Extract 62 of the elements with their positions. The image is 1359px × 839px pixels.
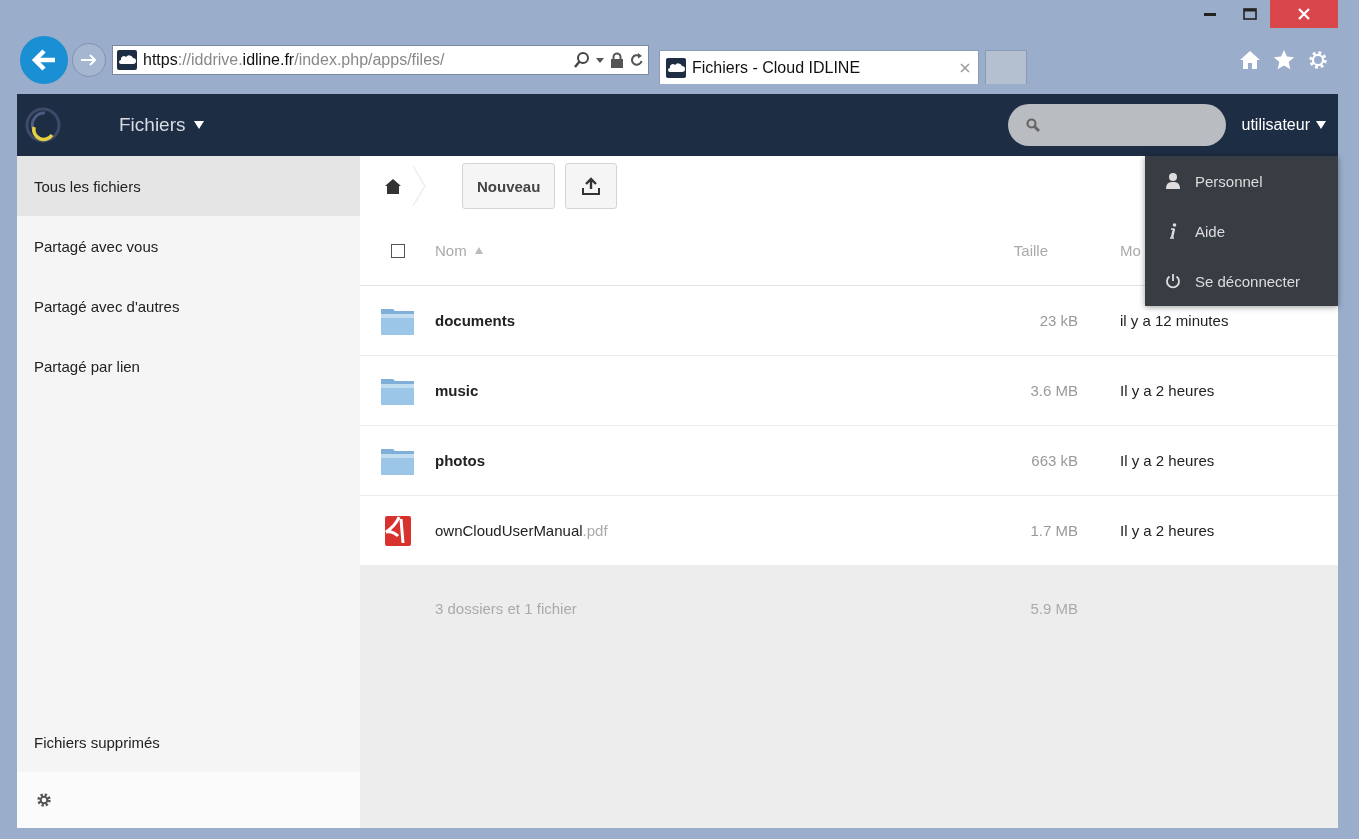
caret-icon [596,57,604,63]
file-size: 3.6 MB [1029,382,1078,399]
file-modified: Il y a 2 heures [1119,382,1216,399]
address-bar[interactable]: https://iddrive.idline.fr/index.php/apps/files/ [112,45,649,75]
sidebar-item[interactable]: Partagé avec vous [17,216,360,276]
caret-down-icon [1316,121,1326,129]
search-field[interactable] [1007,104,1226,146]
arrow-right-icon [80,53,98,67]
file-name[interactable]: documents [435,312,928,329]
address-url: https://iddrive.idline.fr/index.php/apps/files/ [143,51,446,69]
file-row[interactable]: music 3.6 MB Il y a 2 heures [360,356,1338,426]
search-icon [574,51,590,69]
close-icon[interactable] [960,62,970,73]
file-size: 1.7 MB [1029,522,1078,539]
summary-size: 5.9 MB [1029,599,1078,617]
file-size: 663 kB [1030,452,1078,469]
pdf-file-icon [382,514,413,547]
file-name[interactable]: ownCloudUserManual.pdf [435,522,928,539]
browser-tab[interactable]: Fichiers - Cloud IDLINE [659,50,979,84]
checkbox[interactable] [390,243,405,258]
close-button[interactable] [1270,0,1338,28]
file-size: 23 kB [1038,312,1078,329]
file-name[interactable]: photos [435,452,928,469]
file-row[interactable]: photos 663 kB Il y a 2 heures [360,426,1338,496]
power-icon [1165,273,1181,289]
sidebar-item[interactable]: Fichiers supprimés [17,712,360,772]
sidebar-item[interactable]: Partagé par lien [17,336,360,396]
menu-item[interactable]: Personnel [1145,156,1338,206]
sidebar-item[interactable]: Partagé avec d'autres [17,276,360,336]
caret-down-icon [193,121,204,129]
summary-count: 3 dossiers et 1 fichier [435,599,578,617]
upload-button[interactable] [565,163,618,209]
file-row[interactable]: documents 23 kB il y a 12 minutes [360,286,1338,356]
home-icon[interactable] [384,178,402,194]
file-modified: il y a 12 minutes [1119,312,1230,329]
app-menu-button[interactable]: Fichiers [119,114,204,136]
refresh-icon [630,52,644,68]
sort-up-icon [474,247,483,254]
user-menu-button[interactable]: utilisateur [1241,116,1326,134]
settings-icon[interactable] [36,792,52,808]
file-row[interactable]: ownCloudUserManual.pdf 1.7 MB Il y a 2 heures [360,496,1338,566]
info-icon [1169,223,1177,239]
menu-item[interactable]: Aide [1145,206,1338,256]
upload-icon [582,177,601,195]
swirl-logo-icon [25,107,61,143]
file-modified: Il y a 2 heures [1119,522,1216,539]
back-button[interactable] [20,36,68,84]
file-modified: Il y a 2 heures [1119,452,1216,469]
close-icon [1298,8,1310,20]
forward-button[interactable] [72,43,106,77]
star-icon[interactable] [1273,49,1295,71]
file-name[interactable]: music [435,382,928,399]
search-icon [1025,117,1040,133]
tab-cloud-icon [666,57,686,78]
minimize-icon [1204,12,1216,16]
new-button[interactable]: Nouveau [462,163,556,209]
lock-icon [610,52,624,68]
maximize-icon [1243,8,1257,20]
sidebar-item[interactable]: Tous les fichiers [17,156,360,216]
person-icon [1166,173,1180,189]
site-cloud-icon [117,50,137,70]
arrow-left-icon [31,49,57,71]
